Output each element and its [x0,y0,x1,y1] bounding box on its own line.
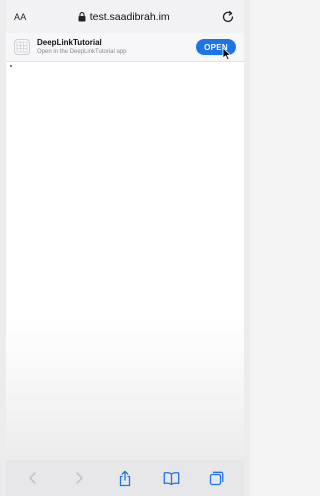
bookmarks-icon [163,472,179,485]
app-icon [14,39,30,55]
app-name: DeepLinkTutorial [37,38,102,47]
url-text: test.saadibrah.im [89,10,170,23]
smart-app-banner: DeepLinkTutorial Open in the DeepLinkTut… [6,33,244,62]
bottom-toolbar [6,460,244,496]
lock-icon [78,11,86,21]
reload-icon[interactable] [221,10,235,24]
app-subtitle: Open in the DeepLinkTutorial app [37,49,127,55]
banner-text: DeepLinkTutorial Open in the DeepLinkTut… [37,38,127,56]
back-button[interactable] [23,468,43,488]
browser-frame: AA test.saadibrah.im DeepLinkTutorial Op… [0,0,250,496]
bookmarks-button[interactable] [161,468,181,488]
share-icon [119,470,131,486]
share-button[interactable] [115,468,135,488]
text-size-button[interactable]: AA [14,12,26,22]
forward-icon [76,472,83,484]
tabs-icon [209,471,224,486]
page-fade [6,320,244,460]
mouse-cursor-icon [222,47,232,61]
tabs-button[interactable] [207,468,227,488]
back-icon [29,472,36,484]
forward-button[interactable] [69,468,89,488]
url-display[interactable]: test.saadibrah.im [78,11,170,23]
page-content-dot [10,65,12,67]
address-bar[interactable]: AA test.saadibrah.im [6,0,244,33]
